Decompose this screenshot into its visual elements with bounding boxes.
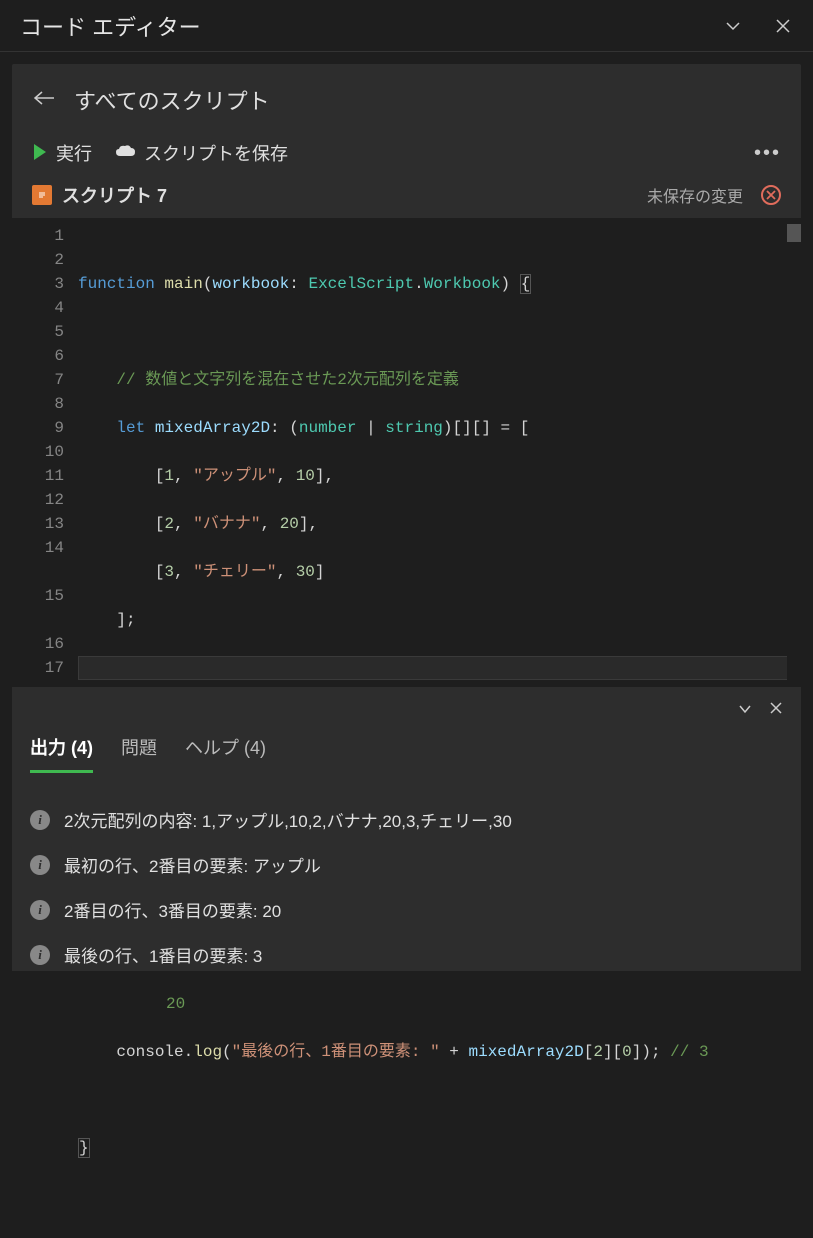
- line-number: 8: [12, 392, 64, 416]
- line-number: 7: [12, 368, 64, 392]
- collapse-panel-icon[interactable]: [737, 701, 753, 720]
- script-file-icon: [32, 185, 52, 205]
- scrollbar-thumb[interactable]: [787, 224, 801, 242]
- line-number: 13: [12, 512, 64, 536]
- line-number: 14: [12, 536, 64, 584]
- run-label: 実行: [56, 140, 92, 166]
- toolbar: 実行 スクリプトを保存 •••: [12, 134, 801, 182]
- save-label: スクリプトを保存: [144, 140, 288, 166]
- panel-tabs: 出力 (4) 問題 ヘルプ (4): [30, 724, 783, 773]
- close-panel-icon[interactable]: [769, 701, 783, 720]
- run-button[interactable]: 実行: [32, 140, 92, 166]
- line-number: 11: [12, 464, 64, 488]
- line-number: 16: [12, 632, 64, 656]
- line-number: 2: [12, 248, 64, 272]
- script-header: スクリプト 7 未保存の変更: [12, 182, 801, 218]
- code-line[interactable]: ];: [78, 608, 801, 632]
- line-number: 5: [12, 320, 64, 344]
- code-line[interactable]: [78, 1088, 801, 1112]
- code-line[interactable]: function main(workbook: ExcelScript.Work…: [78, 272, 801, 296]
- code-line[interactable]: }: [78, 1136, 801, 1160]
- output-text: 最初の行、2番目の要素: アップル: [64, 852, 321, 877]
- panel-header: [30, 697, 783, 724]
- title-bar: コード エディター: [0, 0, 813, 52]
- unsaved-changes-icon[interactable]: [761, 185, 781, 205]
- minimize-icon[interactable]: [723, 16, 743, 36]
- unsaved-label: 未保存の変更: [647, 183, 743, 207]
- tab-problems[interactable]: 問題: [121, 728, 157, 773]
- tab-output[interactable]: 出力 (4): [30, 728, 93, 773]
- line-number: 9: [12, 416, 64, 440]
- cloud-save-icon: [114, 144, 136, 163]
- code-line[interactable]: [78, 320, 801, 344]
- info-icon: i: [30, 855, 50, 875]
- line-number: 17: [12, 656, 64, 680]
- code-line[interactable]: let mixedArray2D: (number | string)[][] …: [78, 416, 801, 440]
- bottom-panel: 出力 (4) 問題 ヘルプ (4) i 2次元配列の内容: 1,アップル,10,…: [12, 687, 801, 971]
- info-icon: i: [30, 945, 50, 965]
- output-area: i 2次元配列の内容: 1,アップル,10,2,バナナ,20,3,チェリー,30…: [30, 773, 783, 977]
- close-icon[interactable]: [773, 16, 793, 36]
- output-text: 2次元配列の内容: 1,アップル,10,2,バナナ,20,3,チェリー,30: [64, 807, 512, 832]
- line-number: 12: [12, 488, 64, 512]
- info-icon: i: [30, 900, 50, 920]
- back-arrow-icon[interactable]: [32, 89, 56, 112]
- breadcrumb: すべてのスクリプト: [12, 76, 801, 134]
- more-options-button[interactable]: •••: [754, 142, 781, 165]
- save-script-button[interactable]: スクリプトを保存: [114, 140, 288, 166]
- output-text: 2番目の行、3番目の要素: 20: [64, 897, 281, 922]
- output-line: i 2次元配列の内容: 1,アップル,10,2,バナナ,20,3,チェリー,30: [30, 797, 783, 842]
- output-text: 最後の行、1番目の要素: 3: [64, 942, 262, 967]
- window-title: コード エディター: [20, 10, 707, 42]
- output-line: i 最初の行、2番目の要素: アップル: [30, 842, 783, 887]
- info-icon: i: [30, 810, 50, 830]
- line-number: 6: [12, 344, 64, 368]
- output-line: i 2番目の行、3番目の要素: 20: [30, 887, 783, 932]
- main-panel: すべてのスクリプト 実行 スクリプトを保存 ••• スクリプト 7 未保存の変更: [12, 64, 801, 1238]
- code-line[interactable]: [3, "チェリー", 30]: [78, 560, 801, 584]
- line-number: 10: [12, 440, 64, 464]
- line-number: 1: [12, 224, 64, 248]
- breadcrumb-text[interactable]: すべてのスクリプト: [74, 84, 270, 116]
- code-line[interactable]: [1, "アップル", 10],: [78, 464, 801, 488]
- line-number: 15: [12, 584, 64, 632]
- code-line[interactable]: // 数値と文字列を混在させた2次元配列を定義: [78, 368, 801, 392]
- play-icon: [32, 143, 48, 164]
- code-line[interactable]: 20: [78, 992, 801, 1016]
- code-line[interactable]: console.log("最後の行、1番目の要素: " + mixedArray…: [78, 1040, 801, 1064]
- output-line: i 最後の行、1番目の要素: 3: [30, 932, 783, 977]
- code-line[interactable]: [2, "バナナ", 20],: [78, 512, 801, 536]
- line-number: 4: [12, 296, 64, 320]
- script-name[interactable]: スクリプト 7: [62, 182, 637, 208]
- tab-help[interactable]: ヘルプ (4): [185, 728, 266, 773]
- line-number: 3: [12, 272, 64, 296]
